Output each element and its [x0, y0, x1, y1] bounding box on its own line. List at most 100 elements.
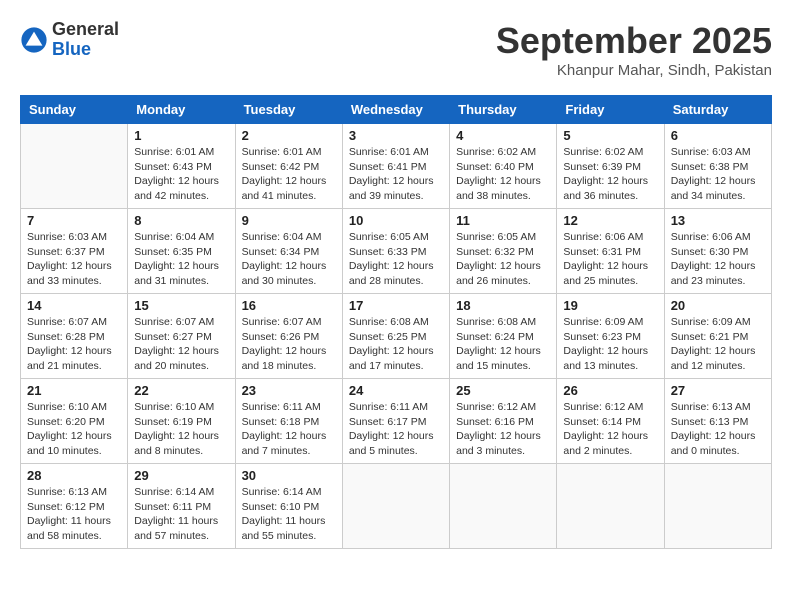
logo-general-label: General — [52, 20, 119, 40]
calendar-cell — [21, 124, 128, 209]
calendar-cell: 2 Sunrise: 6:01 AM Sunset: 6:42 PM Daylig… — [235, 124, 342, 209]
calendar-cell: 22 Sunrise: 6:10 AM Sunset: 6:19 PM Dayli… — [128, 379, 235, 464]
day-number: 8 — [134, 213, 228, 228]
day-info: Sunrise: 6:06 AM Sunset: 6:30 PM Dayligh… — [671, 230, 765, 289]
calendar-cell: 6 Sunrise: 6:03 AM Sunset: 6:38 PM Daylig… — [664, 124, 771, 209]
day-number: 6 — [671, 128, 765, 143]
day-number: 11 — [456, 213, 550, 228]
calendar-cell: 5 Sunrise: 6:02 AM Sunset: 6:39 PM Daylig… — [557, 124, 664, 209]
calendar-header-row: SundayMondayTuesdayWednesdayThursdayFrid… — [21, 96, 772, 124]
day-info: Sunrise: 6:03 AM Sunset: 6:38 PM Dayligh… — [671, 145, 765, 204]
calendar-cell: 26Sunrise: 6:12 AM Sunset: 6:14 PM Dayli… — [557, 379, 664, 464]
day-number: 4 — [456, 128, 550, 143]
day-info: Sunrise: 6:07 AM Sunset: 6:27 PM Dayligh… — [134, 315, 228, 374]
calendar-cell: 11Sunrise: 6:05 AM Sunset: 6:32 PM Dayli… — [450, 209, 557, 294]
calendar-cell: 7 Sunrise: 6:03 AM Sunset: 6:37 PM Daylig… — [21, 209, 128, 294]
logo-text: General Blue — [52, 20, 119, 60]
day-info: Sunrise: 6:11 AM Sunset: 6:17 PM Dayligh… — [349, 400, 443, 459]
day-number: 17 — [349, 298, 443, 313]
week-row-3: 14 Sunrise: 6:07 AM Sunset: 6:28 PM Dayli… — [21, 294, 772, 379]
calendar-cell: 8 Sunrise: 6:04 AM Sunset: 6:35 PM Daylig… — [128, 209, 235, 294]
calendar-cell: 16Sunrise: 6:07 AM Sunset: 6:26 PM Dayli… — [235, 294, 342, 379]
day-info: Sunrise: 6:09 AM Sunset: 6:21 PM Dayligh… — [671, 315, 765, 374]
day-number: 12 — [563, 213, 657, 228]
day-number: 25 — [456, 383, 550, 398]
calendar-cell: 20 Sunrise: 6:09 AM Sunset: 6:21 PM Dayli… — [664, 294, 771, 379]
day-info: Sunrise: 6:12 AM Sunset: 6:16 PM Dayligh… — [456, 400, 550, 459]
day-number: 23 — [242, 383, 336, 398]
calendar-cell: 19Sunrise: 6:09 AM Sunset: 6:23 PM Dayli… — [557, 294, 664, 379]
calendar-cell: 15 Sunrise: 6:07 AM Sunset: 6:27 PM Dayli… — [128, 294, 235, 379]
day-info: Sunrise: 6:11 AM Sunset: 6:18 PM Dayligh… — [242, 400, 336, 459]
week-row-5: 28 Sunrise: 6:13 AM Sunset: 6:12 PM Dayli… — [21, 464, 772, 549]
calendar-cell: 28 Sunrise: 6:13 AM Sunset: 6:12 PM Dayli… — [21, 464, 128, 549]
week-row-4: 21Sunrise: 6:10 AM Sunset: 6:20 PM Dayli… — [21, 379, 772, 464]
day-info: Sunrise: 6:07 AM Sunset: 6:28 PM Dayligh… — [27, 315, 121, 374]
day-number: 22 — [134, 383, 228, 398]
day-info: Sunrise: 6:10 AM Sunset: 6:19 PM Dayligh… — [134, 400, 228, 459]
calendar-cell: 23 Sunrise: 6:11 AM Sunset: 6:18 PM Dayli… — [235, 379, 342, 464]
day-info: Sunrise: 6:04 AM Sunset: 6:34 PM Dayligh… — [242, 230, 336, 289]
day-number: 3 — [349, 128, 443, 143]
day-number: 7 — [27, 213, 121, 228]
day-number: 2 — [242, 128, 336, 143]
calendar-cell: 18 Sunrise: 6:08 AM Sunset: 6:24 PM Dayli… — [450, 294, 557, 379]
day-number: 14 — [27, 298, 121, 313]
calendar-cell: 25 Sunrise: 6:12 AM Sunset: 6:16 PM Dayli… — [450, 379, 557, 464]
page-header: General Blue September 2025 Khanpur Maha… — [20, 20, 772, 79]
day-info: Sunrise: 6:13 AM Sunset: 6:12 PM Dayligh… — [27, 485, 121, 544]
day-info: Sunrise: 6:02 AM Sunset: 6:39 PM Dayligh… — [563, 145, 657, 204]
calendar-cell: 17 Sunrise: 6:08 AM Sunset: 6:25 PM Dayli… — [342, 294, 449, 379]
calendar-cell: 21Sunrise: 6:10 AM Sunset: 6:20 PM Dayli… — [21, 379, 128, 464]
calendar-cell — [450, 464, 557, 549]
day-number: 15 — [134, 298, 228, 313]
day-number: 13 — [671, 213, 765, 228]
logo-blue-label: Blue — [52, 40, 119, 60]
logo: General Blue — [20, 20, 119, 60]
calendar-cell: 27 Sunrise: 6:13 AM Sunset: 6:13 PM Dayli… — [664, 379, 771, 464]
week-row-2: 7 Sunrise: 6:03 AM Sunset: 6:37 PM Daylig… — [21, 209, 772, 294]
day-info: Sunrise: 6:13 AM Sunset: 6:13 PM Dayligh… — [671, 400, 765, 459]
day-number: 21 — [27, 383, 121, 398]
day-number: 30 — [242, 468, 336, 483]
day-info: Sunrise: 6:01 AM Sunset: 6:41 PM Dayligh… — [349, 145, 443, 204]
day-info: Sunrise: 6:01 AM Sunset: 6:43 PM Dayligh… — [134, 145, 228, 204]
day-info: Sunrise: 6:01 AM Sunset: 6:42 PM Dayligh… — [242, 145, 336, 204]
logo-icon — [20, 26, 48, 54]
calendar-table: SundayMondayTuesdayWednesdayThursdayFrid… — [20, 95, 772, 549]
calendar-cell: 29 Sunrise: 6:14 AM Sunset: 6:11 PM Dayli… — [128, 464, 235, 549]
calendar-cell — [342, 464, 449, 549]
day-info: Sunrise: 6:05 AM Sunset: 6:33 PM Dayligh… — [349, 230, 443, 289]
day-number: 24 — [349, 383, 443, 398]
day-number: 10 — [349, 213, 443, 228]
calendar-cell: 3 Sunrise: 6:01 AM Sunset: 6:41 PM Daylig… — [342, 124, 449, 209]
week-row-1: 1 Sunrise: 6:01 AM Sunset: 6:43 PM Daylig… — [21, 124, 772, 209]
day-info: Sunrise: 6:12 AM Sunset: 6:14 PM Dayligh… — [563, 400, 657, 459]
day-number: 18 — [456, 298, 550, 313]
day-number: 16 — [242, 298, 336, 313]
day-info: Sunrise: 6:03 AM Sunset: 6:37 PM Dayligh… — [27, 230, 121, 289]
day-info: Sunrise: 6:08 AM Sunset: 6:24 PM Dayligh… — [456, 315, 550, 374]
col-header-wednesday: Wednesday — [342, 96, 449, 124]
day-number: 27 — [671, 383, 765, 398]
day-number: 20 — [671, 298, 765, 313]
title-section: September 2025 Khanpur Mahar, Sindh, Pak… — [496, 20, 772, 79]
day-info: Sunrise: 6:14 AM Sunset: 6:11 PM Dayligh… — [134, 485, 228, 544]
day-info: Sunrise: 6:04 AM Sunset: 6:35 PM Dayligh… — [134, 230, 228, 289]
calendar-cell: 10 Sunrise: 6:05 AM Sunset: 6:33 PM Dayli… — [342, 209, 449, 294]
col-header-monday: Monday — [128, 96, 235, 124]
day-number: 28 — [27, 468, 121, 483]
calendar-cell: 30Sunrise: 6:14 AM Sunset: 6:10 PM Dayli… — [235, 464, 342, 549]
day-info: Sunrise: 6:08 AM Sunset: 6:25 PM Dayligh… — [349, 315, 443, 374]
col-header-saturday: Saturday — [664, 96, 771, 124]
location: Khanpur Mahar, Sindh, Pakistan — [496, 62, 772, 79]
calendar-cell: 4 Sunrise: 6:02 AM Sunset: 6:40 PM Daylig… — [450, 124, 557, 209]
calendar-cell — [664, 464, 771, 549]
day-info: Sunrise: 6:02 AM Sunset: 6:40 PM Dayligh… — [456, 145, 550, 204]
day-number: 1 — [134, 128, 228, 143]
day-number: 5 — [563, 128, 657, 143]
col-header-friday: Friday — [557, 96, 664, 124]
day-info: Sunrise: 6:09 AM Sunset: 6:23 PM Dayligh… — [563, 315, 657, 374]
day-number: 29 — [134, 468, 228, 483]
month-title: September 2025 — [496, 20, 772, 62]
